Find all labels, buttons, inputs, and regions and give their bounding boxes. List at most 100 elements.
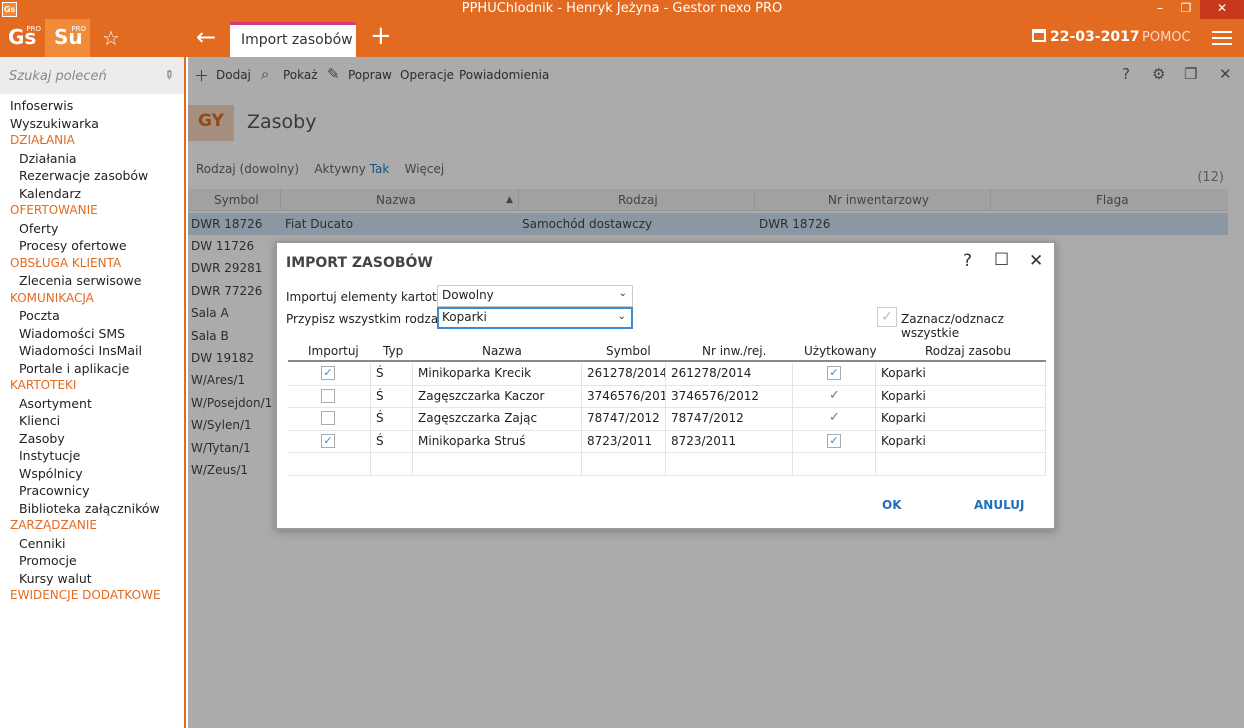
- empty-cell[interactable]: [666, 453, 793, 475]
- cell-symbol: 8723/2011: [582, 430, 666, 453]
- sidebar-item[interactable]: Wiadomości SMS: [0, 326, 184, 344]
- empty-cell[interactable]: [793, 453, 876, 475]
- col-inv[interactable]: Nr inw./rej.: [702, 344, 766, 358]
- chevron-down-icon: ⌄: [618, 288, 627, 299]
- search-placeholder: Szukaj poleceń: [9, 69, 107, 84]
- used-checkbox[interactable]: ✓: [827, 433, 841, 448]
- list-item[interactable]: ✓ Ś Minikoparka Struś 8723/2011 8723/2011 ✓ Ko…: [288, 430, 1046, 453]
- toggle-all-label[interactable]: Zaznacz/odznacz wszystkie: [901, 312, 1054, 340]
- sidebar-item[interactable]: Wyszukiwarka: [0, 116, 184, 134]
- import-checkbox[interactable]: [321, 388, 335, 403]
- sidebar-item[interactable]: Procesy ofertowe: [0, 238, 184, 256]
- tab-import-zasobow[interactable]: Import zasobów: [230, 22, 356, 57]
- new-row[interactable]: [288, 453, 1046, 476]
- cell-used: ✓: [793, 430, 876, 453]
- restore-button[interactable]: ❐: [1172, 0, 1200, 19]
- cell-kind: Koparki: [876, 363, 1046, 385]
- empty-cell[interactable]: [288, 453, 371, 475]
- minimize-button[interactable]: –: [1146, 0, 1174, 19]
- gestor-logo[interactable]: Gs PRO: [0, 19, 45, 57]
- sidebar-item[interactable]: Klienci: [0, 413, 184, 431]
- import-checkbox[interactable]: [321, 411, 335, 425]
- empty-cell[interactable]: [413, 453, 582, 475]
- cell-inv: 3746576/2012: [666, 385, 793, 408]
- sidebar-section[interactable]: DZIAŁANIA: [0, 133, 184, 151]
- sidebar-item[interactable]: Poczta: [0, 308, 184, 326]
- sidebar-item[interactable]: Zlecenia serwisowe: [0, 273, 184, 291]
- cell-type: Ś: [371, 363, 413, 385]
- check-icon: ✓: [829, 387, 840, 403]
- toggle-all-checkbox[interactable]: ✓: [877, 307, 897, 327]
- cell-kind: Koparki: [876, 408, 1046, 430]
- sidebar-section[interactable]: OFERTOWANIE: [0, 203, 184, 221]
- col-symbol[interactable]: Symbol: [606, 344, 651, 358]
- cell-used: ✓: [793, 363, 876, 385]
- list-item[interactable]: Ś Zagęszczarka Zając 78747/2012 78747/2012 ✓…: [288, 408, 1046, 431]
- cell-inv: 78747/2012: [666, 408, 793, 430]
- sidebar-item[interactable]: Asortyment: [0, 396, 184, 414]
- import-select[interactable]: Dowolny ⌄: [437, 285, 633, 307]
- import-dialog: IMPORT ZASOBÓW ? ☐ ✕ Importuj elementy k…: [275, 241, 1056, 530]
- import-label: Importuj elementy kartoteki:: [286, 290, 459, 304]
- cancel-button[interactable]: ANULUJ: [974, 498, 1025, 512]
- back-arrow-icon[interactable]: ←: [196, 23, 216, 51]
- col-name[interactable]: Nazwa: [482, 344, 522, 358]
- sidebar-item[interactable]: Kursy walut: [0, 571, 184, 589]
- col-kind[interactable]: Rodzaj zasobu: [925, 344, 1011, 358]
- import-checkbox[interactable]: ✓: [321, 433, 335, 448]
- dialog-close-icon[interactable]: ✕: [1029, 251, 1043, 271]
- sidebar-item[interactable]: Promocje: [0, 553, 184, 571]
- sidebar-item[interactable]: Działania: [0, 151, 184, 169]
- sidebar-item[interactable]: Pracownicy: [0, 483, 184, 501]
- list-item[interactable]: ŚZagęszczarka Kaczor3746576/20123746576/…: [288, 385, 1046, 408]
- sidebar-section[interactable]: KOMUNIKACJA: [0, 291, 184, 309]
- cell-inv: 8723/2011: [666, 430, 793, 453]
- sidebar-section[interactable]: EWIDENCJE DODATKOWE: [0, 588, 184, 606]
- col-import[interactable]: Importuj: [308, 344, 359, 358]
- sidebar-item[interactable]: Kalendarz: [0, 186, 184, 204]
- sidebar-item[interactable]: Cenniki: [0, 536, 184, 554]
- command-search-input[interactable]: Szukaj poleceń ✎: [0, 57, 184, 94]
- sidebar-section[interactable]: KARTOTEKI: [0, 378, 184, 396]
- window-title: PPHUChlodnik - Henryk Jeżyna - Gestor ne…: [461, 1, 783, 16]
- col-type[interactable]: Typ: [383, 344, 403, 358]
- dialog-help-icon[interactable]: ?: [963, 251, 972, 271]
- sidebar-item[interactable]: Instytucje: [0, 448, 184, 466]
- sidebar-item[interactable]: Portale i aplikacje: [0, 361, 184, 379]
- cell-kind: Koparki: [876, 430, 1046, 453]
- sidebar-item[interactable]: Infoserwis: [0, 98, 184, 116]
- current-date[interactable]: 22-03-2017: [1032, 29, 1140, 45]
- sidebar-item[interactable]: Oferty: [0, 221, 184, 239]
- subiekt-logo[interactable]: Su PRO: [45, 19, 90, 57]
- sidebar-item[interactable]: Biblioteka załączników: [0, 501, 184, 519]
- used-checkbox[interactable]: ✓: [827, 366, 841, 380]
- cell-symbol: 261278/2014: [582, 363, 666, 385]
- list-item[interactable]: ✓ Ś Minikoparka Krecik 261278/2014 261278/20…: [288, 363, 1046, 386]
- pin-icon[interactable]: ✎: [161, 66, 178, 83]
- empty-cell[interactable]: [876, 453, 1046, 475]
- empty-cell[interactable]: [582, 453, 666, 475]
- help-link[interactable]: POMOC: [1142, 30, 1191, 45]
- menu-hamburger-icon[interactable]: [1212, 31, 1232, 45]
- sidebar-item[interactable]: Zasoby: [0, 431, 184, 449]
- cell-type: Ś: [371, 408, 413, 430]
- empty-cell[interactable]: [371, 453, 413, 475]
- assign-kind-select[interactable]: Koparki ⌄: [437, 307, 633, 329]
- dialog-maximize-icon[interactable]: ☐: [994, 250, 1009, 270]
- sidebar-section[interactable]: OBSŁUGA KLIENTA: [0, 256, 184, 274]
- col-used[interactable]: Użytkowany: [804, 344, 877, 358]
- window-titlebar: Gs PPHUChlodnik - Henryk Jeżyna - Gestor…: [0, 0, 1244, 19]
- cell-import: [288, 408, 371, 430]
- cell-name: Minikoparka Struś: [413, 430, 582, 453]
- new-tab-plus-icon[interactable]: +: [370, 21, 392, 51]
- close-window-button[interactable]: ✕: [1200, 0, 1244, 19]
- sidebar-item[interactable]: Wiadomości InsMail: [0, 343, 184, 361]
- import-checkbox[interactable]: ✓: [321, 366, 335, 380]
- sidebar-section[interactable]: ZARZĄDZANIE: [0, 518, 184, 536]
- sidebar-item[interactable]: Wspólnicy: [0, 466, 184, 484]
- cell-import: ✓: [288, 430, 371, 453]
- sidebar-item[interactable]: Rezerwacje zasobów: [0, 168, 184, 186]
- sidebar-nav: Infoserwis Wyszukiwarka DZIAŁANIA Działania…: [0, 98, 184, 606]
- ok-button[interactable]: OK: [882, 498, 902, 512]
- favorites-star-icon[interactable]: ☆: [102, 26, 120, 50]
